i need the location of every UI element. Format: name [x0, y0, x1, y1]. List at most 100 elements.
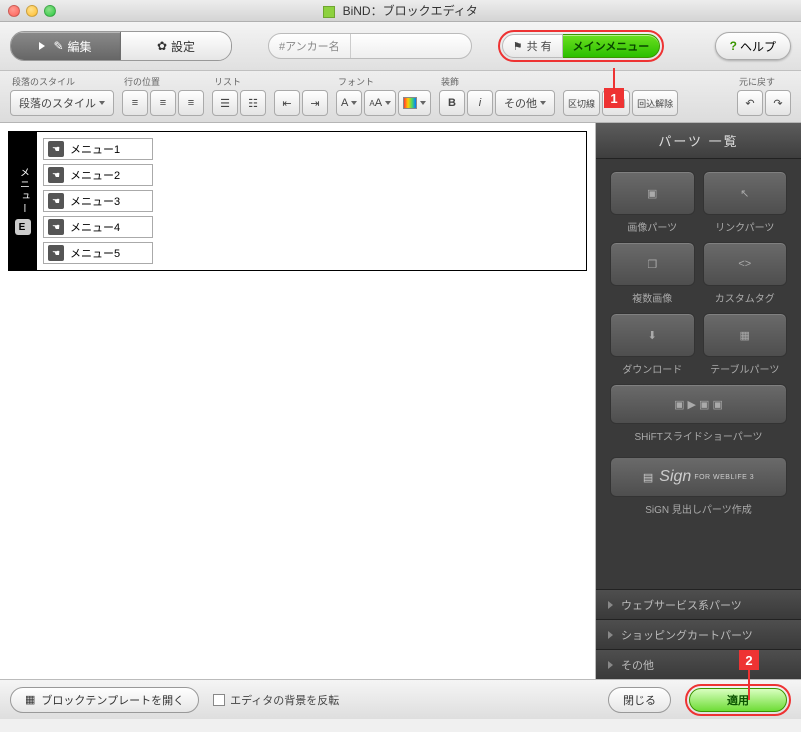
pointer-icon: ☚: [48, 167, 64, 183]
align-right-button[interactable]: ≡: [178, 90, 204, 116]
other-decoration-button[interactable]: その他: [495, 90, 555, 116]
block-tab-e-icon: E: [15, 219, 31, 235]
menu-list: ☚メニュー1 ☚メニュー2 ☚メニュー3 ☚メニュー4 ☚メニュー5: [37, 132, 586, 270]
sign-sub: FOR WEBLIFE 3: [694, 474, 754, 481]
clear-wrap-button[interactable]: 回込解除: [632, 90, 678, 116]
primary-toolbar: ✎ 編集 ✿ 設定 #アンカー名 ⚑ 共 有 メインメニュー ? ヘルプ: [0, 22, 801, 71]
menu-item[interactable]: ☚メニュー2: [43, 164, 153, 186]
table-label: テーブルパーツ: [703, 361, 788, 376]
play-icon: [39, 42, 45, 50]
link-part-button[interactable]: ↖: [703, 171, 788, 215]
menu-item[interactable]: ☚メニュー3: [43, 190, 153, 212]
share-icon: ⚑: [513, 40, 523, 53]
slideshow-part-button[interactable]: ▣ ▶ ▣ ▣: [610, 384, 787, 424]
share-label: 共 有: [527, 38, 552, 54]
close-button[interactable]: 閉じる: [608, 687, 671, 713]
app-icon: [323, 6, 335, 18]
question-icon: ?: [730, 39, 737, 53]
window-title-text: BiND：ブロックエディタ: [343, 4, 478, 18]
download-icon: ⬇: [648, 329, 657, 342]
list-bullets-button[interactable]: ☰: [212, 90, 238, 116]
chevron-down-icon: [420, 101, 426, 105]
bold-button[interactable]: B: [439, 90, 465, 116]
chevron-right-icon: [608, 631, 613, 639]
image-part-button[interactable]: ▣: [610, 171, 695, 215]
share-button[interactable]: ⚑ 共 有: [502, 34, 563, 58]
chevron-down-icon: [351, 101, 357, 105]
callout-2-line: [748, 670, 750, 700]
chevron-down-icon: [99, 101, 105, 105]
slideshow-icon: ▣ ▶ ▣ ▣: [674, 398, 723, 411]
align-center-button[interactable]: ≡: [150, 90, 176, 116]
custom-tag-label: カスタムタグ: [703, 290, 788, 305]
footer-bar: ▦ ブロックテンプレートを開く エディタの背景を反転 閉じる 適用: [0, 679, 801, 719]
accordion-shopping-cart[interactable]: ショッピングカートパーツ: [596, 619, 801, 649]
apply-button[interactable]: 適用: [689, 688, 787, 712]
font-color-button[interactable]: [398, 90, 431, 116]
settings-label: 設定: [171, 38, 195, 55]
menu-item[interactable]: ☚メニュー1: [43, 138, 153, 160]
accordion-web-services[interactable]: ウェブサービス系パーツ: [596, 589, 801, 619]
help-label: ヘルプ: [740, 38, 776, 55]
editor-canvas-wrap: メニュー E ☚メニュー1 ☚メニュー2 ☚メニュー3 ☚メニュー4 ☚メニュー…: [0, 123, 596, 679]
anchor-input[interactable]: [351, 34, 471, 58]
align-group-label: 行の位置: [122, 75, 204, 88]
share-menu-select[interactable]: メインメニュー: [563, 34, 661, 58]
redo-button[interactable]: ↷: [765, 90, 791, 116]
paragraph-style-group: 段落のスタイル 段落のスタイル: [10, 75, 114, 116]
font-group-label: フォント: [336, 75, 431, 88]
font-family-button[interactable]: A: [336, 90, 362, 116]
parts-panel-title: パーツ 一覧: [596, 123, 801, 159]
window-title: BiND：ブロックエディタ: [0, 2, 801, 19]
callout-2: 2: [739, 650, 759, 670]
open-template-button[interactable]: ▦ ブロックテンプレートを開く: [10, 687, 199, 713]
italic-button[interactable]: i: [467, 90, 493, 116]
table-part-button[interactable]: ▦: [703, 313, 788, 357]
font-size-button[interactable]: AA: [364, 90, 396, 116]
settings-mode-button[interactable]: ✿ 設定: [121, 32, 231, 60]
callout-1-line: [613, 68, 615, 90]
outdent-button[interactable]: ⇤: [274, 90, 300, 116]
chevron-down-icon: [385, 101, 391, 105]
list-numbered-button[interactable]: ☷: [240, 90, 266, 116]
paragraph-style-select[interactable]: 段落のスタイル: [10, 90, 114, 116]
apply-highlight: 適用: [685, 684, 791, 716]
decor-group-label: 装飾: [439, 75, 555, 88]
sign-brand: Sign: [659, 468, 691, 486]
invert-bg-checkbox[interactable]: エディタの背景を反転: [213, 692, 339, 708]
sign-part-button[interactable]: ▤ Sign FOR WEBLIFE 3: [610, 457, 787, 497]
main-area: メニュー E ☚メニュー1 ☚メニュー2 ☚メニュー3 ☚メニュー4 ☚メニュー…: [0, 123, 801, 679]
parts-grid: ▣ ↖ 画像パーツ リンクパーツ ❐ <> 複数画像 カスタムタグ ⬇ ▦ ダウ…: [596, 159, 801, 455]
multi-image-part-button[interactable]: ❐: [610, 242, 695, 286]
undo-group: 元に戻す ↶ ↷: [737, 75, 791, 116]
undo-button[interactable]: ↶: [737, 90, 763, 116]
block-tab[interactable]: メニュー E: [9, 132, 37, 270]
download-part-button[interactable]: ⬇: [610, 313, 695, 357]
font-group: フォント A AA: [336, 75, 431, 116]
menu-item[interactable]: ☚メニュー4: [43, 216, 153, 238]
pencil-icon: ✎: [53, 39, 63, 53]
grid-icon: ▦: [740, 329, 750, 342]
mode-segment: ✎ 編集 ✿ 設定: [10, 31, 232, 61]
multi-image-label: 複数画像: [610, 290, 695, 305]
pointer-icon: ☚: [48, 193, 64, 209]
undo-group-label: 元に戻す: [737, 75, 791, 88]
divider-button[interactable]: 区切線: [563, 90, 600, 116]
custom-tag-part-button[interactable]: <>: [703, 242, 788, 286]
accordion-other[interactable]: その他: [596, 649, 801, 679]
parts-panel: パーツ 一覧 ▣ ↖ 画像パーツ リンクパーツ ❐ <> 複数画像 カスタムタグ…: [596, 123, 801, 679]
block-tab-label: メニュー: [16, 167, 31, 215]
anchor-field: #アンカー名: [268, 33, 472, 59]
edit-mode-button[interactable]: ✎ 編集: [11, 32, 121, 60]
image-part-label: 画像パーツ: [610, 219, 695, 234]
share-menu-label: メインメニュー: [573, 38, 650, 54]
menu-item[interactable]: ☚メニュー5: [43, 242, 153, 264]
align-left-button[interactable]: ≡: [122, 90, 148, 116]
help-button[interactable]: ? ヘルプ: [715, 32, 791, 60]
image-icon: ▣: [647, 187, 657, 200]
download-label: ダウンロード: [610, 361, 695, 376]
align-group: 行の位置 ≡ ≡ ≡: [122, 75, 204, 116]
block-canvas[interactable]: メニュー E ☚メニュー1 ☚メニュー2 ☚メニュー3 ☚メニュー4 ☚メニュー…: [8, 131, 587, 271]
template-icon: ▦: [25, 693, 35, 706]
indent-button[interactable]: ⇥: [302, 90, 328, 116]
